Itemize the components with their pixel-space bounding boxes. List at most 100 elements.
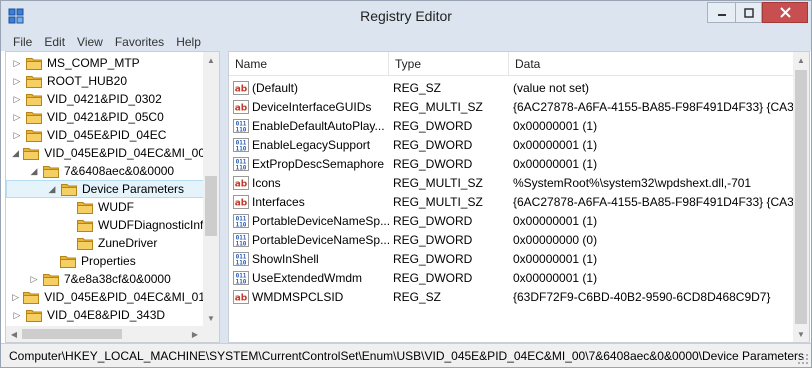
value-row[interactable]: 011 110 PortableDeviceNameSp... REG_DWORD 0x… (229, 231, 809, 250)
expand-icon[interactable]: ▷ (12, 130, 22, 140)
value-row[interactable]: ab Icons REG_MULTI_SZ %SystemRoot%\system32… (229, 174, 809, 193)
value-data: 0x00000001 (1) (513, 252, 598, 266)
binary-value-icon: 011110 (233, 252, 249, 266)
tree-item-label: VID_0421&PID_05C0 (47, 110, 164, 124)
tree-item-label: 7&6408aec&0&0000 (64, 164, 175, 178)
tree-item-label: ROOT_HUB20 (47, 74, 128, 88)
folder-icon (77, 219, 93, 232)
value-data: {63DF72F9-C6BD-40B2-9590-6CD8D468C9D7} (513, 290, 771, 304)
menu-edit[interactable]: Edit (38, 35, 71, 49)
collapse-icon[interactable]: ◢ (12, 148, 19, 158)
tree-item[interactable]: ▷ ROOT_HUB20 (6, 72, 205, 90)
expand-icon[interactable]: ▷ (12, 76, 22, 86)
value-data: 0x00000001 (1) (513, 157, 598, 171)
value-name-cell: 011 110 PortableDeviceNameSp... (233, 214, 389, 228)
tree-item[interactable]: ◢ Device Parameters (6, 180, 205, 198)
expand-icon[interactable]: ▷ (12, 58, 22, 68)
value-name: ShowInShell (252, 252, 319, 266)
menu-view[interactable]: View (71, 35, 109, 49)
value-name-cell: 011 110 EnableDefaultAutoPlay... (233, 119, 389, 133)
tree-item[interactable]: ▷ VID_0421&PID_05C0 (6, 108, 205, 126)
tree-item[interactable]: ▷ MS_COMP_MTP (6, 54, 205, 72)
resize-grip-icon[interactable] (797, 353, 809, 365)
binary-value-icon: 011110 (233, 119, 249, 133)
svg-text:110: 110 (236, 146, 247, 153)
tree-vertical-scrollbar[interactable]: ▲ ▼ (203, 52, 219, 326)
value-data: 0x00000001 (1) (513, 214, 598, 228)
value-row[interactable]: ab Interfaces REG_MULTI_SZ {6AC27878-A6FA-4… (229, 193, 809, 212)
scroll-thumb[interactable] (795, 70, 807, 324)
close-button[interactable] (762, 2, 808, 23)
value-row[interactable]: 011 110 ShowInShell REG_DWORD 0x00000001 (1) (229, 250, 809, 269)
tree-item[interactable]: WUDFDiagnosticInf (6, 216, 205, 234)
folder-icon (23, 291, 40, 304)
collapse-icon[interactable]: ◢ (29, 166, 39, 176)
key-tree-pane[interactable]: ▷ MS_COMP_MTP ▷ ROOT_HUB20 ▷ VID_0421&PID_030… (5, 51, 220, 343)
value-type: REG_DWORD (393, 233, 473, 247)
value-type: REG_DWORD (393, 157, 473, 171)
value-row[interactable]: ab (Default) REG_SZ (value not set) (229, 79, 809, 98)
pane-splitter[interactable] (220, 51, 228, 343)
value-row[interactable]: 011 110 ExtPropDescSemaphore REG_DWORD 0x000… (229, 155, 809, 174)
tree-item[interactable]: Properties (6, 252, 205, 270)
scroll-down-icon[interactable]: ▼ (793, 326, 809, 342)
value-row[interactable]: ab WMDMSPCLSID REG_SZ {63DF72F9-C6BD-40B2-9… (229, 288, 809, 307)
value-name-cell: ab (Default) (233, 81, 389, 95)
binary-value-icon: 011110 (233, 138, 249, 152)
expand-icon[interactable]: ▷ (29, 274, 39, 284)
tree-item[interactable]: ◢ VID_045E&PID_04EC&MI_00 (6, 144, 205, 162)
scroll-right-icon[interactable]: ▶ (187, 326, 203, 342)
menu-file[interactable]: File (7, 35, 38, 49)
svg-text:110: 110 (236, 127, 247, 134)
binary-value-icon: 011110 (233, 214, 249, 228)
collapse-icon[interactable]: ◢ (47, 184, 57, 194)
tree-item[interactable]: ▷ VID_045E&PID_04EC (6, 126, 205, 144)
title-bar[interactable]: Registry Editor (1, 1, 811, 32)
status-path: Computer\HKEY_LOCAL_MACHINE\SYSTEM\Curre… (9, 348, 805, 363)
value-type: REG_DWORD (393, 138, 473, 152)
value-type: REG_MULTI_SZ (393, 100, 483, 114)
expand-icon[interactable]: ▷ (12, 292, 19, 302)
value-row[interactable]: 011 110 UseExtendedWmdm REG_DWORD 0x00000001… (229, 269, 809, 288)
svg-text:ab: ab (235, 199, 248, 209)
open-folder-icon (43, 165, 59, 178)
maximize-button[interactable] (735, 2, 762, 23)
tree-item[interactable]: ▷ VID_045E&PID_04EC&MI_01 (6, 288, 205, 306)
value-row[interactable]: ab DeviceInterfaceGUIDs REG_MULTI_SZ {6AC27… (229, 98, 809, 117)
menu-help[interactable]: Help (170, 35, 207, 49)
tree-item[interactable]: ▷ VID_04E8&PID_343D (6, 306, 205, 324)
binary-value-icon: 011110 (233, 157, 249, 171)
maximize-icon (743, 7, 754, 18)
column-type[interactable]: Type (389, 52, 509, 76)
tree-item-label: VID_0421&PID_0302 (47, 92, 162, 106)
expand-icon[interactable]: ▷ (12, 310, 22, 320)
scroll-up-icon[interactable]: ▲ (203, 52, 219, 68)
scroll-thumb[interactable] (22, 329, 122, 339)
tree-item[interactable]: ◢ 7&6408aec&0&0000 (6, 162, 205, 180)
tree-horizontal-scrollbar[interactable]: ◀ ▶ (6, 326, 219, 342)
scroll-left-icon[interactable]: ◀ (6, 326, 22, 342)
tree-item[interactable]: ▷ VID_0421&PID_0302 (6, 90, 205, 108)
values-list-pane[interactable]: Name Type Data ab (Default) REG_SZ (value n… (228, 51, 810, 343)
scroll-up-icon[interactable]: ▲ (793, 52, 809, 68)
tree-item[interactable]: WUDF (6, 198, 205, 216)
tree-item[interactable]: ZuneDriver (6, 234, 205, 252)
expand-icon[interactable]: ▷ (12, 112, 22, 122)
scroll-down-icon[interactable]: ▼ (203, 310, 219, 326)
minimize-button[interactable] (707, 2, 735, 23)
value-row[interactable]: 011 110 EnableLegacySupport REG_DWORD 0x0000… (229, 136, 809, 155)
column-name[interactable]: Name (229, 52, 389, 76)
value-name-cell: 011 110 PortableDeviceNameSp... (233, 233, 389, 247)
expand-icon[interactable]: ▷ (12, 94, 22, 104)
menu-favorites[interactable]: Favorites (109, 35, 170, 49)
svg-text:ab: ab (235, 85, 248, 95)
column-data[interactable]: Data (509, 52, 793, 76)
scroll-thumb[interactable] (205, 176, 217, 236)
list-vertical-scrollbar[interactable]: ▲ ▼ (793, 52, 809, 342)
value-row[interactable]: 011 110 EnableDefaultAutoPlay... REG_DWORD 0… (229, 117, 809, 136)
value-name-cell: 011 110 ExtPropDescSemaphore (233, 157, 389, 171)
tree-item[interactable]: ▷ 7&e8a38cf&0&0000 (6, 270, 205, 288)
value-row[interactable]: 011 110 PortableDeviceNameSp... REG_DWORD 0x… (229, 212, 809, 231)
